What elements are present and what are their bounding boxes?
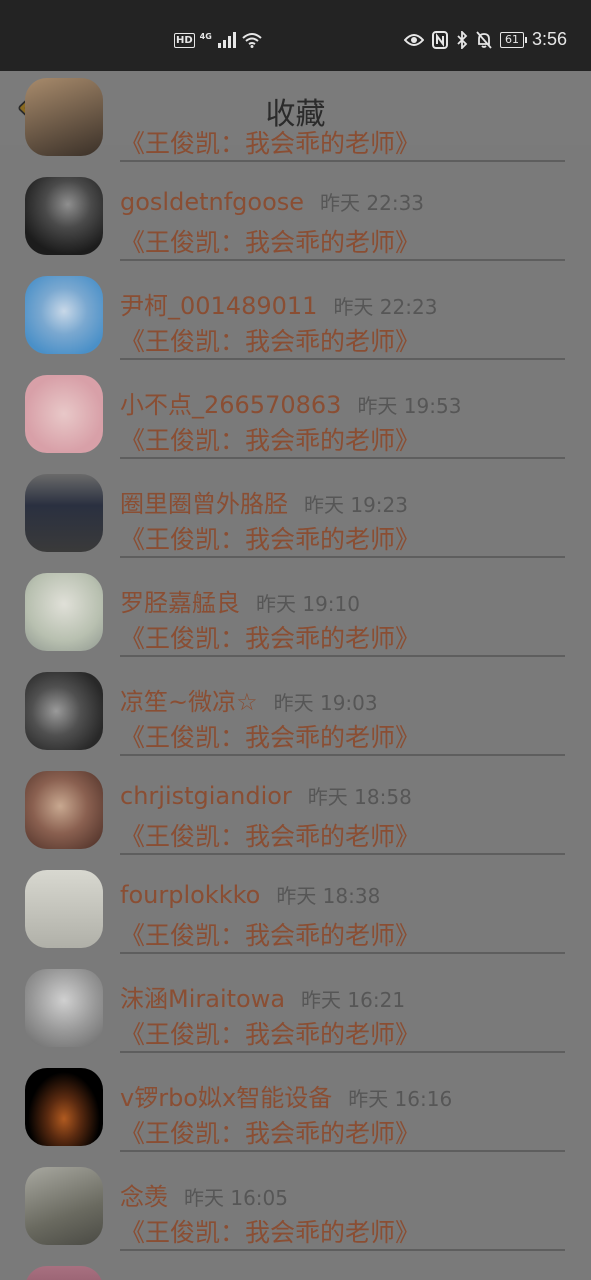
list-item[interactable]: fourplokkko 昨天 18:38 《王俊凯：我会乖的老师》: [0, 838, 591, 954]
user-name[interactable]: fourplokkko: [120, 881, 260, 909]
user-name[interactable]: gosldetnfgoose: [120, 188, 304, 216]
timestamp: 昨天 19:10: [256, 592, 360, 616]
user-name[interactable]: 圈里圈曾外胳胫: [120, 484, 288, 519]
timestamp: 昨天 22:23: [333, 295, 438, 319]
timestamp: 昨天 18:58: [307, 785, 412, 809]
user-name[interactable]: 小不点_266570863: [120, 385, 341, 420]
timestamp: 昨天 16:05: [184, 1186, 288, 1210]
avatar: [25, 1266, 103, 1280]
list-item[interactable]: [0, 1234, 591, 1280]
user-name[interactable]: 凉笙~微凉☆: [120, 682, 258, 717]
list-item[interactable]: gosldetnfgoose 昨天 22:33 《王俊凯：我会乖的老师》: [0, 145, 591, 261]
user-name[interactable]: 沫涵Miraitowa: [120, 979, 285, 1014]
timestamp: 昨天 19:23: [304, 493, 408, 517]
list-item[interactable]: 念羡 昨天 16:05 《王俊凯：我会乖的老师》: [0, 1135, 591, 1251]
timestamp: 昨天 19:03: [273, 691, 378, 715]
list-item[interactable]: 小不点_266570863 昨天 19:53 《王俊凯：我会乖的老师》: [0, 343, 591, 459]
list-item[interactable]: 尹柯_001489011 昨天 22:23 《王俊凯：我会乖的老师》: [0, 244, 591, 360]
list-item[interactable]: 罗胫嘉艋良 昨天 19:10 《王俊凯：我会乖的老师》: [0, 541, 591, 657]
user-name[interactable]: 尹柯_001489011: [120, 286, 317, 321]
user-name[interactable]: v锣rbo姒x智能设备: [120, 1078, 332, 1113]
list-item[interactable]: 圈里圈曾外胳胫 昨天 19:23 《王俊凯：我会乖的老师》: [0, 442, 591, 558]
network-type: 4G: [199, 31, 212, 41]
timestamp: 昨天 16:16: [348, 1087, 453, 1111]
timestamp: 昨天 19:53: [357, 394, 462, 418]
list-item[interactable]: chrjistgiandior 昨天 18:58 《王俊凯：我会乖的老师》: [0, 739, 591, 855]
timestamp: 昨天 18:38: [276, 884, 381, 908]
user-name[interactable]: chrjistgiandior: [120, 782, 292, 810]
list-item[interactable]: 凉笙~微凉☆ 昨天 19:03 《王俊凯：我会乖的老师》: [0, 640, 591, 756]
list-item[interactable]: 沫涵Miraitowa 昨天 16:21 《王俊凯：我会乖的老师》: [0, 937, 591, 1053]
list-item[interactable]: 《王俊凯：我会乖的老师》: [0, 46, 591, 162]
timestamp: 昨天 16:21: [301, 988, 406, 1012]
timestamp: 昨天 22:33: [320, 191, 425, 215]
eye-icon: [403, 33, 424, 46]
user-name[interactable]: 念羡: [120, 1177, 168, 1212]
list-item[interactable]: v锣rbo姒x智能设备 昨天 16:16 《王俊凯：我会乖的老师》: [0, 1036, 591, 1152]
user-name[interactable]: 罗胫嘉艋良: [120, 583, 240, 618]
